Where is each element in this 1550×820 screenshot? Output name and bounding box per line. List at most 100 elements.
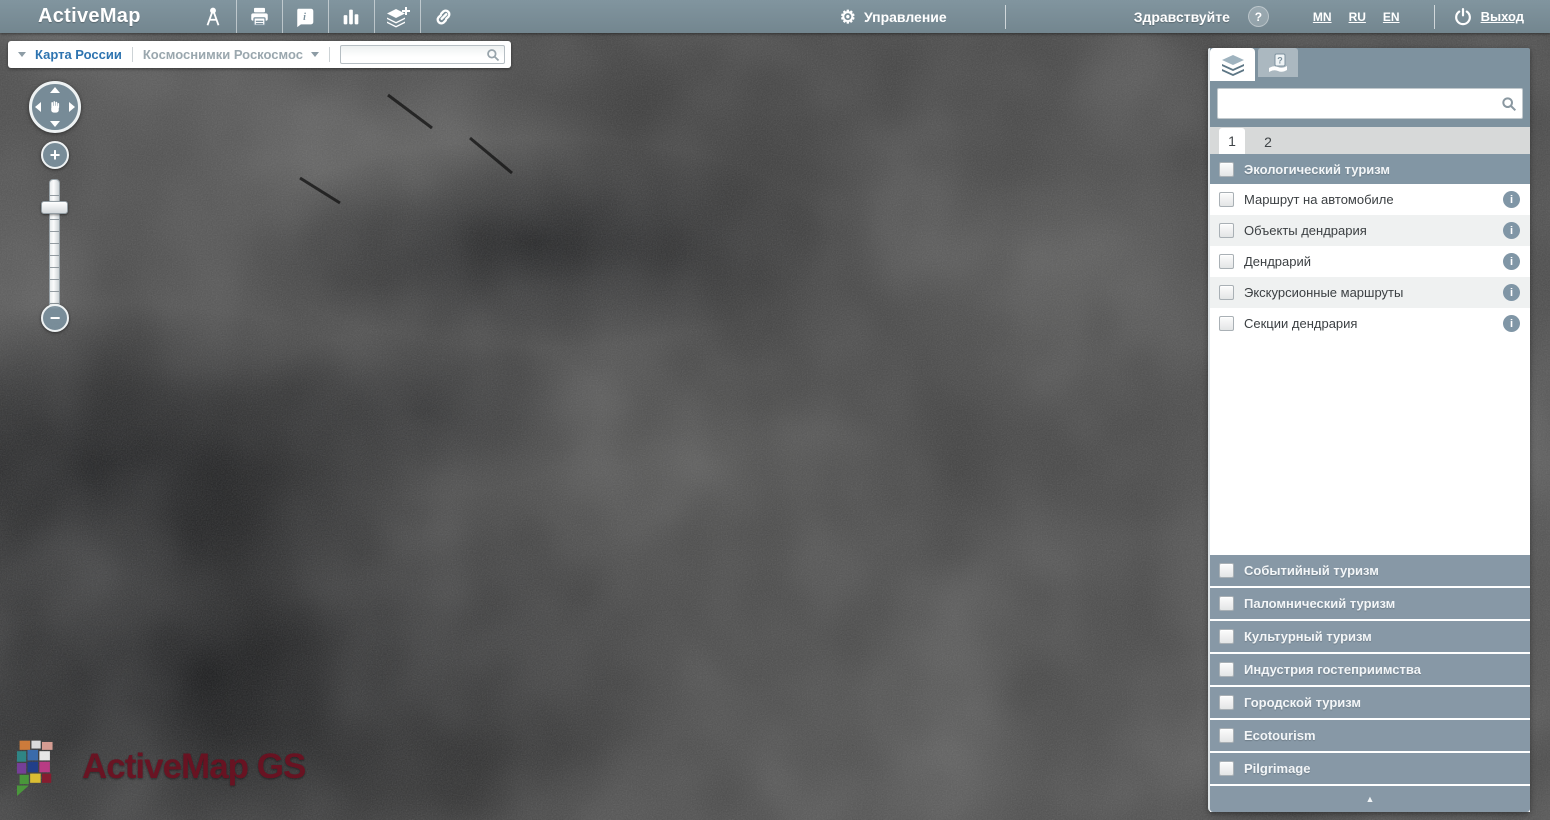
lang-link-ru[interactable]: RU (1349, 10, 1366, 24)
tab-help-book[interactable]: ? (1258, 48, 1298, 77)
layer-group-header-expanded[interactable]: Экологический туризм (1210, 154, 1530, 184)
layer-info-icon[interactable]: i (1503, 222, 1520, 239)
help-button[interactable]: ? (1248, 6, 1269, 27)
layer-group-header[interactable]: Паломнический туризм (1210, 588, 1530, 619)
layer-checkbox[interactable] (1219, 223, 1234, 238)
group-checkbox[interactable] (1219, 695, 1234, 710)
svg-text:i: i (303, 11, 306, 22)
divider (329, 47, 330, 62)
gear-icon: ⚙ (840, 8, 856, 26)
management-menu-button[interactable]: ⚙ Управление (840, 8, 947, 26)
layer-rows: Маршрут на автомобиле i Объекты дендрария i… (1210, 184, 1530, 339)
panel-search (1210, 81, 1530, 127)
logout-button[interactable]: Выход (1453, 7, 1524, 27)
layer-group-header[interactable]: Событийный туризм (1210, 555, 1530, 586)
layer-label: Маршрут на автомобиле (1244, 192, 1394, 207)
page-tab-2[interactable]: 2 (1255, 129, 1281, 154)
link-icon (432, 6, 455, 28)
pan-control[interactable] (29, 81, 81, 133)
layer-label: Секции дендрария (1244, 316, 1357, 331)
legend-button[interactable]: i (282, 0, 328, 33)
group-checkbox[interactable] (1219, 761, 1234, 776)
imagery-provider-dropdown[interactable]: Космоснимки Роскосмос (143, 47, 303, 62)
layers-search-input[interactable] (1218, 89, 1522, 118)
print-icon (248, 6, 271, 28)
group-checkbox[interactable] (1219, 596, 1234, 611)
pan-right-icon[interactable] (69, 102, 75, 112)
search-icon (1501, 96, 1517, 112)
svg-text:?: ? (1277, 55, 1283, 65)
map-toolbar-buttons: i (191, 0, 466, 33)
share-link-button[interactable] (420, 0, 466, 33)
group-checkbox[interactable] (1219, 662, 1234, 677)
layer-row[interactable]: Объекты дендрария i (1210, 215, 1530, 246)
chevron-down-icon[interactable] (311, 52, 319, 57)
group-checkbox[interactable] (1219, 563, 1234, 578)
layer-label: Дендрарий (1244, 254, 1311, 269)
hand-icon (48, 100, 63, 115)
layer-group-header[interactable]: Ecotourism (1210, 720, 1530, 751)
panel-empty-space (1210, 339, 1530, 553)
layer-row[interactable]: Дендрарий i (1210, 246, 1530, 277)
logout-label: Выход (1481, 9, 1524, 24)
pan-left-icon[interactable] (35, 102, 41, 112)
top-navbar: ActiveMap i ⚙ Управление Здравствуйте ? … (0, 0, 1550, 33)
panel-collapse-button[interactable]: ▲ (1210, 786, 1530, 812)
measure-compass-icon (202, 6, 224, 28)
collapsed-groups: Событийный туризм Паломнический туризм Кул… (1210, 553, 1530, 784)
zoom-in-button[interactable]: + (41, 141, 69, 169)
tab-layers[interactable] (1210, 48, 1255, 81)
layer-label: Объекты дендрария (1244, 223, 1367, 238)
group-label: Экологический туризм (1244, 162, 1390, 177)
layer-row[interactable]: Маршрут на автомобиле i (1210, 184, 1530, 215)
language-switcher: MN RU EN (1313, 10, 1400, 24)
pan-up-icon[interactable] (50, 87, 60, 93)
power-icon (1453, 7, 1473, 27)
zoom-slider-handle[interactable] (41, 201, 68, 214)
group-label: Событийный туризм (1244, 563, 1379, 578)
layer-info-icon[interactable]: i (1503, 253, 1520, 270)
page-tab-1[interactable]: 1 (1219, 128, 1245, 154)
navbar-divider (1434, 5, 1435, 29)
layer-row[interactable]: Экскурсионные маршрутыi (1210, 277, 1530, 308)
layer-checkbox[interactable] (1219, 316, 1234, 331)
collapse-arrow-icon: ▲ (1366, 794, 1375, 804)
group-label: Индустрия гостеприимства (1244, 662, 1421, 677)
lang-link-mn[interactable]: MN (1313, 10, 1332, 24)
statistics-button[interactable] (328, 0, 374, 33)
layer-group-header[interactable]: Индустрия гостеприимства (1210, 654, 1530, 685)
group-checkbox[interactable] (1219, 162, 1234, 177)
layer-group-header[interactable]: Pilgrimage (1210, 753, 1530, 784)
layer-info-icon[interactable]: i (1503, 284, 1520, 301)
zoom-out-button[interactable]: − (41, 304, 69, 332)
layer-info-icon[interactable]: i (1503, 315, 1520, 332)
pan-down-icon[interactable] (50, 121, 60, 127)
group-checkbox[interactable] (1219, 728, 1234, 743)
zoom-slider[interactable] (49, 179, 60, 309)
map-search-input[interactable] (340, 45, 505, 64)
group-label: Культурный туризм (1244, 629, 1372, 644)
group-label: Паломнический туризм (1244, 596, 1395, 611)
divider (132, 47, 133, 62)
layer-page-tabs: 1 2 (1210, 127, 1530, 154)
add-layer-button[interactable] (374, 0, 420, 33)
chevron-down-icon[interactable] (18, 52, 26, 57)
layer-info-icon[interactable]: i (1503, 191, 1520, 208)
layer-group-header[interactable]: Городской туризм (1210, 687, 1530, 718)
panel-tabs: ? (1210, 48, 1530, 81)
measure-tool-button[interactable] (191, 0, 236, 33)
layer-checkbox[interactable] (1219, 192, 1234, 207)
base-map-dropdown[interactable]: Карта России (35, 47, 122, 62)
group-label: Городской туризм (1244, 695, 1361, 710)
print-button[interactable] (236, 0, 282, 33)
layer-checkbox[interactable] (1219, 254, 1234, 269)
management-label: Управление (864, 9, 947, 25)
group-checkbox[interactable] (1219, 629, 1234, 644)
navbar-divider (1005, 5, 1006, 29)
map-search (340, 45, 505, 64)
layer-checkbox[interactable] (1219, 285, 1234, 300)
lang-link-en[interactable]: EN (1383, 10, 1400, 24)
layer-row[interactable]: Секции дендрария i (1210, 308, 1530, 339)
layer-group-header[interactable]: Культурный туризм (1210, 621, 1530, 652)
help-book-icon: ? (1266, 53, 1290, 73)
